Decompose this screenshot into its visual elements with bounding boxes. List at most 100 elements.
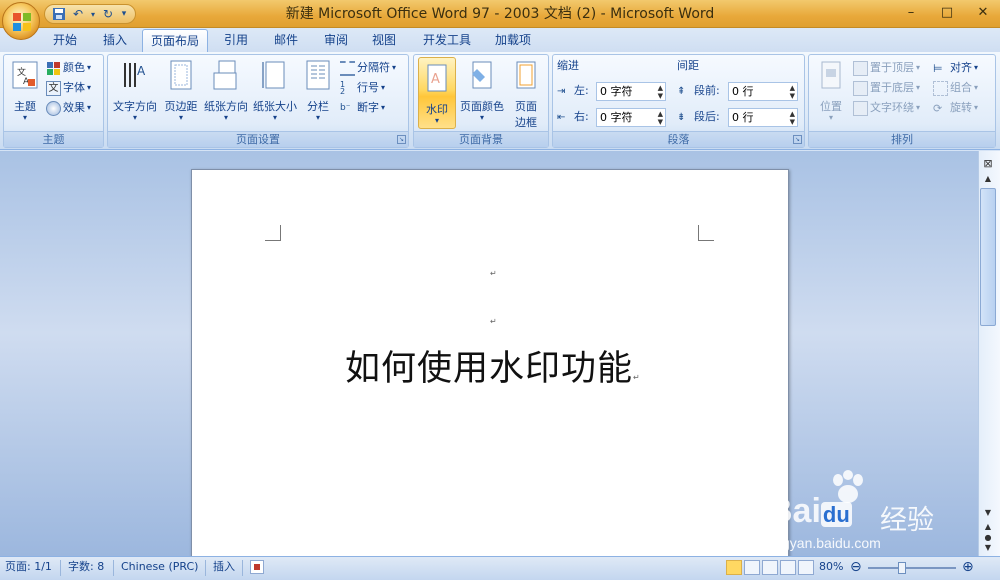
text-wrap-button[interactable]: 文字环绕 ▾ xyxy=(853,99,920,117)
office-logo-icon xyxy=(13,13,31,31)
scroll-up-icon[interactable]: ▲ xyxy=(980,174,996,186)
office-button[interactable] xyxy=(2,2,40,40)
tab-references[interactable]: 引用 xyxy=(218,29,254,52)
breaks-icon xyxy=(340,60,355,76)
tab-home[interactable]: 开始 xyxy=(46,29,84,52)
spinner-icon[interactable]: ▲ ▼ xyxy=(658,110,663,126)
indent-left-text: 左: xyxy=(574,84,589,97)
colors-icon xyxy=(47,61,60,75)
colors-label: 颜色 xyxy=(63,61,85,74)
undo-icon[interactable]: ↶ xyxy=(70,6,86,22)
bring-front-button[interactable]: 置于顶层 ▾ xyxy=(853,59,920,77)
themes-button[interactable]: 文A 主题 ▾ xyxy=(7,59,43,129)
next-page-icon[interactable]: ▼ xyxy=(980,543,996,555)
spinner-icon[interactable]: ▲ ▼ xyxy=(658,84,663,100)
paragraph-launcher-icon[interactable]: ↘ xyxy=(793,135,802,144)
line-numbers-button[interactable]: 12 行号 ▾ xyxy=(340,79,385,97)
paragraph-mark: ↵ xyxy=(490,269,497,278)
close-button[interactable]: ✕ xyxy=(972,2,994,24)
web-layout-view-icon[interactable] xyxy=(762,560,778,575)
tab-insert[interactable]: 插入 xyxy=(96,29,134,52)
indent-heading: 缩进 xyxy=(557,59,579,72)
page-borders-button[interactable]: 页面 边框 xyxy=(508,59,544,129)
tab-mailings[interactable]: 邮件 xyxy=(268,29,304,52)
group-objects-button[interactable]: 组合 ▾ xyxy=(933,79,978,97)
minimize-button[interactable]: – xyxy=(900,2,922,24)
indent-left-icon: ⇥ xyxy=(557,85,566,97)
indent-right-icon: ⇤ xyxy=(557,111,566,123)
customize-qat-icon[interactable]: ▾ xyxy=(119,6,129,22)
align-button[interactable]: ⊨ 对齐 ▾ xyxy=(933,59,978,77)
position-button[interactable]: 位置 ▾ xyxy=(813,59,849,129)
chevron-down-icon: ▾ xyxy=(828,113,833,122)
document-heading-text[interactable]: 如何使用水印功能↵ xyxy=(345,340,641,391)
view-ruler-icon[interactable]: ⊠ xyxy=(980,156,996,172)
svg-text:A: A xyxy=(137,64,146,78)
scroll-down-icon[interactable]: ▼ xyxy=(980,508,996,520)
chevron-down-icon: ▾ xyxy=(434,116,439,125)
tab-developer[interactable]: 开发工具 xyxy=(418,29,476,52)
size-button[interactable]: 纸张大小 ▾ xyxy=(250,59,300,129)
fonts-label: 字体 xyxy=(63,81,85,94)
full-screen-reading-view-icon[interactable] xyxy=(744,560,760,575)
indent-right-text: 右: xyxy=(574,110,589,123)
zoom-slider-track[interactable] xyxy=(868,567,956,569)
rotate-button[interactable]: ⟳ 旋转 ▾ xyxy=(933,99,978,117)
status-insert-mode[interactable]: 插入 xyxy=(213,557,235,579)
zoom-out-icon[interactable]: ⊖ xyxy=(850,557,862,579)
draft-view-icon[interactable] xyxy=(798,560,814,575)
text-direction-button[interactable]: A 文字方向 ▾ xyxy=(110,59,160,129)
save-icon[interactable] xyxy=(51,6,67,22)
page-color-button[interactable]: 页面颜色 ▾ xyxy=(458,59,506,129)
line-numbers-label: 行号 xyxy=(357,81,379,94)
status-page[interactable]: 页面: 1/1 xyxy=(5,557,52,579)
redo-icon[interactable]: ↻ xyxy=(100,6,116,22)
select-browse-object-icon[interactable]: ● xyxy=(980,533,996,543)
tab-view[interactable]: 视图 xyxy=(366,29,402,52)
watermark-button[interactable]: A 水印 ▾ xyxy=(418,57,456,129)
margins-button[interactable]: 页边距 ▾ xyxy=(160,59,202,129)
document-page[interactable]: ↵ ↵ 如何使用水印功能↵ xyxy=(191,169,789,559)
indent-left-input[interactable]: 0 字符 ▲ ▼ xyxy=(596,82,666,101)
spacing-after-text: 段后: xyxy=(694,110,720,123)
baidu-brand-text: Bai xyxy=(768,492,821,530)
columns-button[interactable]: 分栏 ▾ xyxy=(302,59,334,129)
send-back-button[interactable]: 置于底层 ▾ xyxy=(853,79,920,97)
scroll-thumb[interactable] xyxy=(980,188,996,326)
status-language[interactable]: Chinese (PRC) xyxy=(121,557,198,579)
group-label-arrange: 排列 xyxy=(809,131,995,147)
macro-record-icon[interactable] xyxy=(250,560,264,574)
page-setup-launcher-icon[interactable]: ↘ xyxy=(397,135,406,144)
crop-mark-right xyxy=(698,225,714,241)
breaks-button[interactable]: 分隔符 ▾ xyxy=(340,59,396,77)
chevron-down-icon: ▾ xyxy=(132,113,137,122)
spinner-icon[interactable]: ▲ ▼ xyxy=(790,84,795,100)
orientation-label: 纸张方向 xyxy=(204,100,248,113)
theme-effects-button[interactable]: 效果 ▾ xyxy=(46,99,91,117)
zoom-in-icon[interactable]: ⊕ xyxy=(962,557,974,579)
tab-add-ins[interactable]: 加载项 xyxy=(490,29,536,52)
zoom-slider-thumb[interactable] xyxy=(898,562,906,574)
undo-dropdown-icon[interactable]: ▾ xyxy=(89,6,97,22)
outline-view-icon[interactable] xyxy=(780,560,796,575)
status-word-count[interactable]: 字数: 8 xyxy=(68,557,104,579)
theme-fonts-button[interactable]: 文 字体 ▾ xyxy=(46,79,91,97)
spacing-after-input[interactable]: 0 行 ▲ ▼ xyxy=(728,108,798,127)
line-numbers-icon: 12 xyxy=(340,79,346,96)
hyphenation-button[interactable]: b⁻ 断字 ▾ xyxy=(340,99,385,117)
maximize-button[interactable]: □ xyxy=(936,2,958,24)
spacing-before-input[interactable]: 0 行 ▲ ▼ xyxy=(728,82,798,101)
spinner-icon[interactable]: ▲ ▼ xyxy=(790,110,795,126)
status-divider xyxy=(113,560,114,576)
zoom-level[interactable]: 80% xyxy=(819,557,843,579)
indent-right-input[interactable]: 0 字符 ▲ ▼ xyxy=(596,108,666,127)
orientation-button[interactable]: 纸张方向 ▾ xyxy=(202,59,250,129)
tab-page-layout[interactable]: 页面布局 xyxy=(142,29,208,52)
print-layout-view-icon[interactable] xyxy=(726,560,742,575)
tab-review[interactable]: 审阅 xyxy=(318,29,354,52)
theme-colors-button[interactable]: 颜色 ▾ xyxy=(46,59,91,77)
margins-icon xyxy=(170,60,192,90)
spacing-before-value: 0 行 xyxy=(732,85,754,98)
text-direction-icon: A xyxy=(124,63,146,87)
chevron-down-icon: ▾ xyxy=(22,113,27,122)
